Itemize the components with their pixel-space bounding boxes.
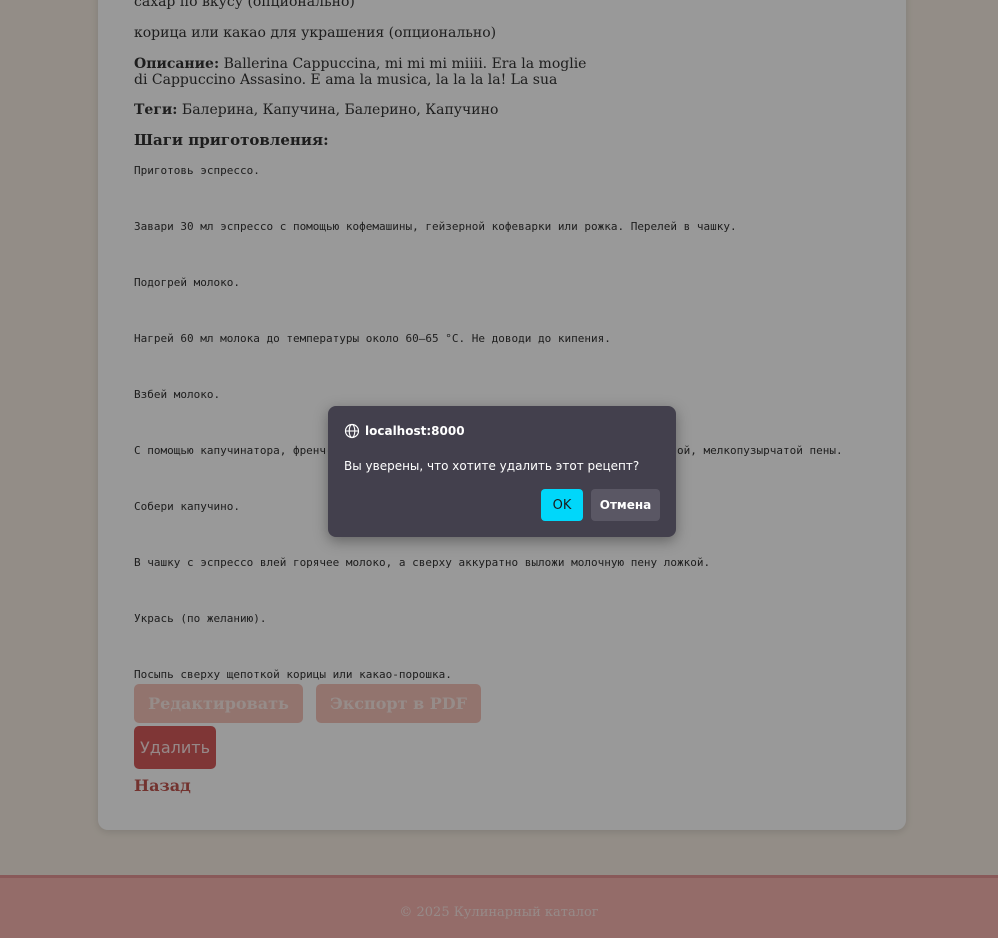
cancel-button[interactable]: Отмена <box>591 489 660 521</box>
ok-button[interactable]: OK <box>541 489 583 521</box>
globe-icon <box>344 423 360 439</box>
confirm-dialog: localhost:8000 Вы уверены, что хотите уд… <box>328 406 676 537</box>
dialog-origin: localhost:8000 <box>365 424 465 438</box>
dialog-message: Вы уверены, что хотите удалить этот реце… <box>344 459 640 473</box>
dialog-title: localhost:8000 <box>344 423 465 439</box>
